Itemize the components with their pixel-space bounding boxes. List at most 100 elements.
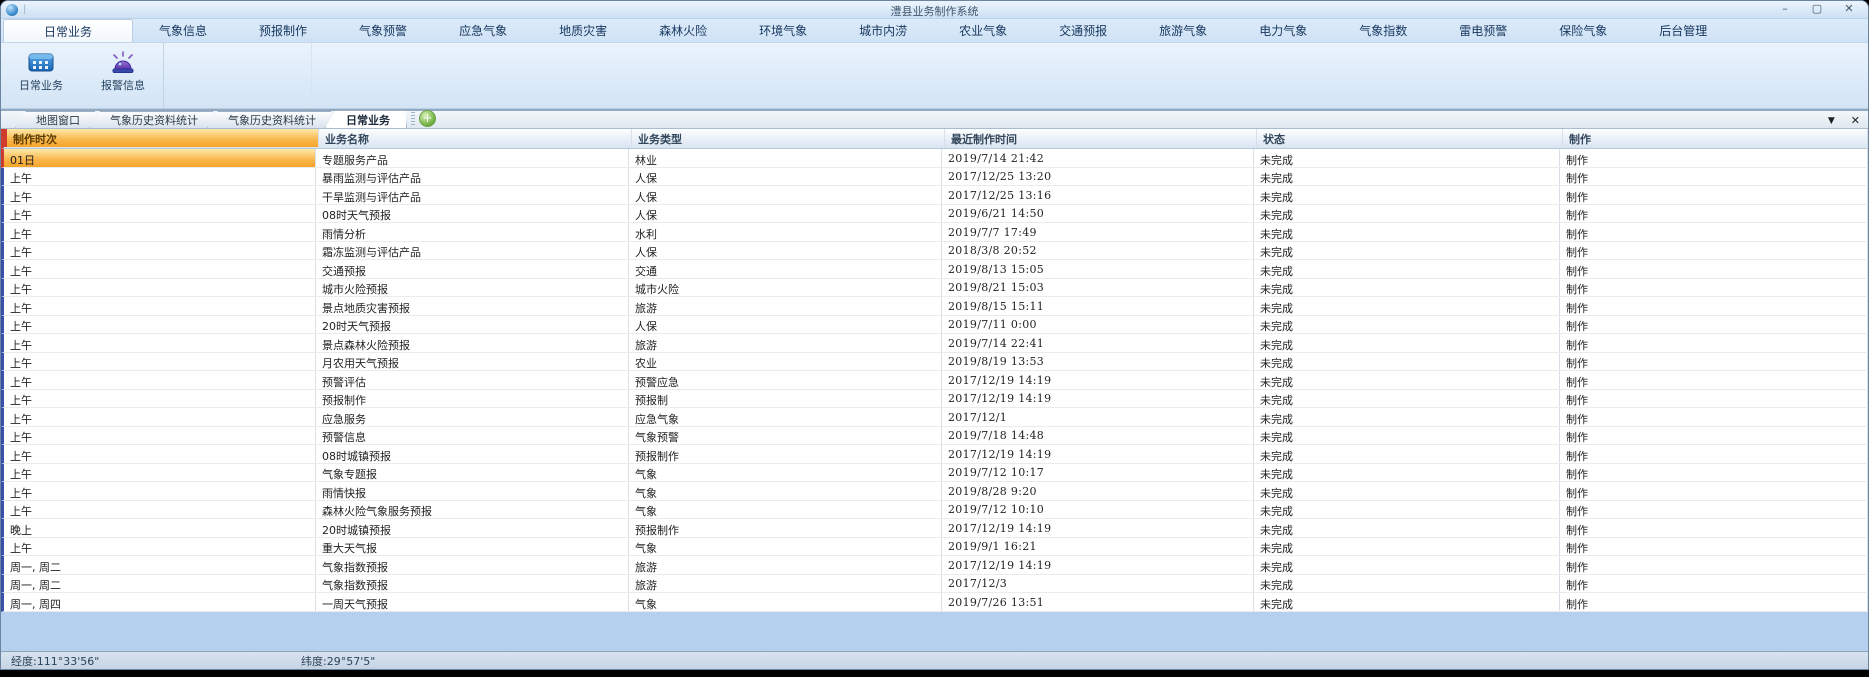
close-button[interactable]: ✕ — [1840, 2, 1858, 16]
table-row[interactable]: 上午预报制作预报制2017/12/19 14:19未完成制作 — [1, 390, 1868, 409]
table-row[interactable]: 01日专题服务产品林业2019/7/14 21:42未完成制作 — [1, 149, 1868, 168]
make-link[interactable]: 制作 — [1560, 260, 1868, 278]
doc-tab-0[interactable]: 地图窗口 — [15, 111, 97, 128]
menu-tab-3[interactable]: 气象预警 — [333, 19, 433, 42]
close-tab-icon[interactable]: ✕ — [1851, 114, 1860, 128]
make-link[interactable]: 制作 — [1560, 149, 1868, 167]
menu-tab-0[interactable]: 日常业务 — [3, 19, 133, 42]
menu-tab-11[interactable]: 旅游气象 — [1133, 19, 1233, 42]
menu-tab-7[interactable]: 环境气象 — [733, 19, 833, 42]
table-row[interactable]: 上午干旱监测与评估产品人保2017/12/25 13:16未完成制作 — [1, 186, 1868, 205]
maximize-button[interactable]: ▢ — [1808, 2, 1826, 16]
make-link[interactable]: 制作 — [1560, 538, 1868, 556]
make-link[interactable]: 制作 — [1560, 353, 1868, 371]
table-row[interactable]: 上午气象专题报气象2019/7/12 10:17未完成制作 — [1, 464, 1868, 483]
cell-last-made-time: 2019/8/19 13:53 — [942, 353, 1254, 371]
make-link[interactable]: 制作 — [1560, 445, 1868, 463]
daily-business-button[interactable]: 日常业务 — [7, 48, 75, 108]
menu-tab-4[interactable]: 应急气象 — [433, 19, 533, 42]
empty-selection-band[interactable] — [1, 612, 1868, 652]
make-link[interactable]: 制作 — [1560, 242, 1868, 260]
table-row[interactable]: 上午月农用天气预报农业2019/8/19 13:53未完成制作 — [1, 353, 1868, 372]
make-link[interactable]: 制作 — [1560, 390, 1868, 408]
make-link[interactable]: 制作 — [1560, 316, 1868, 334]
cell-business-type: 气象 — [629, 501, 942, 519]
cell-business-name: 雨情分析 — [316, 223, 629, 241]
add-tab-button[interactable]: + — [419, 110, 436, 127]
table-row[interactable]: 周一, 周二气象指数预报旅游2017/12/3未完成制作 — [1, 575, 1868, 594]
cell-time-slot: 上午 — [4, 168, 316, 186]
menu-tab-1[interactable]: 气象信息 — [133, 19, 233, 42]
table-row[interactable]: 晚上20时城镇预报预报制作2017/12/19 14:19未完成制作 — [1, 519, 1868, 538]
table-row[interactable]: 上午20时天气预报人保2019/7/11 0:00未完成制作 — [1, 316, 1868, 335]
tab-grip-handle[interactable] — [411, 112, 415, 126]
make-link[interactable]: 制作 — [1560, 279, 1868, 297]
cell-business-type: 城市火险 — [629, 279, 942, 297]
make-link[interactable]: 制作 — [1560, 223, 1868, 241]
make-link[interactable]: 制作 — [1560, 556, 1868, 574]
table-row[interactable]: 上午交通预报交通2019/8/13 15:05未完成制作 — [1, 260, 1868, 279]
cell-business-type: 气象 — [629, 538, 942, 556]
cell-last-made-time: 2019/7/7 17:49 — [942, 223, 1254, 241]
table-row[interactable]: 上午景点地质灾害预报旅游2019/8/15 15:11未完成制作 — [1, 297, 1868, 316]
make-link[interactable]: 制作 — [1560, 297, 1868, 315]
menu-tab-15[interactable]: 保险气象 — [1533, 19, 1633, 42]
make-link[interactable]: 制作 — [1560, 593, 1868, 611]
table-row[interactable]: 上午景点森林火险预报旅游2019/7/14 22:41未完成制作 — [1, 334, 1868, 353]
table-row[interactable]: 上午霜冻监测与评估产品人保2018/3/8 20:52未完成制作 — [1, 242, 1868, 261]
make-link[interactable]: 制作 — [1560, 334, 1868, 352]
menu-tab-14[interactable]: 雷电预警 — [1433, 19, 1533, 42]
make-link[interactable]: 制作 — [1560, 371, 1868, 389]
make-link[interactable]: 制作 — [1560, 205, 1868, 223]
table-row[interactable]: 上午城市火险预报城市火险2019/8/21 15:03未完成制作 — [1, 279, 1868, 298]
cell-time-slot: 上午 — [4, 297, 316, 315]
cell-business-name: 城市火险预报 — [316, 279, 629, 297]
menu-tab-5[interactable]: 地质灾害 — [533, 19, 633, 42]
menu-tab-9[interactable]: 农业气象 — [933, 19, 1033, 42]
table-row[interactable]: 上午雨情分析水利2019/7/7 17:49未完成制作 — [1, 223, 1868, 242]
table-row[interactable]: 上午重大天气报气象2019/9/1 16:21未完成制作 — [1, 538, 1868, 557]
menu-tab-8[interactable]: 城市内涝 — [833, 19, 933, 42]
column-header-5[interactable]: 制作 — [1563, 129, 1868, 147]
column-header-3[interactable]: 最近制作时间 — [945, 129, 1257, 147]
alarm-info-label: 报警信息 — [101, 77, 145, 93]
make-link[interactable]: 制作 — [1560, 482, 1868, 500]
make-link[interactable]: 制作 — [1560, 168, 1868, 186]
table-row[interactable]: 上午预警信息气象预警2019/7/18 14:48未完成制作 — [1, 427, 1868, 446]
make-link[interactable]: 制作 — [1560, 186, 1868, 204]
table-row[interactable]: 上午应急服务应急气象2017/12/1未完成制作 — [1, 408, 1868, 427]
table-row[interactable]: 上午暴雨监测与评估产品人保2017/12/25 13:20未完成制作 — [1, 168, 1868, 187]
make-link[interactable]: 制作 — [1560, 519, 1868, 537]
doc-tab-1[interactable]: 气象历史资料统计 — [89, 111, 215, 128]
table-row[interactable]: 上午森林火险气象服务预报气象2019/7/12 10:10未完成制作 — [1, 501, 1868, 520]
make-link[interactable]: 制作 — [1560, 501, 1868, 519]
table-row[interactable]: 上午预警评估预警应急2017/12/19 14:19未完成制作 — [1, 371, 1868, 390]
menu-tab-12[interactable]: 电力气象 — [1233, 19, 1333, 42]
menu-tab-6[interactable]: 森林火险 — [633, 19, 733, 42]
menu-tab-2[interactable]: 预报制作 — [233, 19, 333, 42]
alarm-info-button[interactable]: 报警信息 — [89, 48, 157, 108]
table-row[interactable]: 周一, 周二气象指数预报旅游2017/12/19 14:19未完成制作 — [1, 556, 1868, 575]
tab-list-dropdown-icon[interactable]: ▼ — [1828, 114, 1835, 128]
table-row[interactable]: 上午雨情快报气象2019/8/28 9:20未完成制作 — [1, 482, 1868, 501]
column-header-1[interactable]: 业务名称 — [319, 129, 632, 147]
doc-tab-2[interactable]: 气象历史资料统计 — [207, 111, 333, 128]
make-link[interactable]: 制作 — [1560, 464, 1868, 482]
calendar-grid-icon — [27, 50, 55, 74]
minimize-button[interactable]: – — [1776, 2, 1794, 16]
column-header-2[interactable]: 业务类型 — [632, 129, 945, 147]
column-header-4[interactable]: 状态 — [1257, 129, 1563, 147]
table-row[interactable]: 上午08时天气预报人保2019/6/21 14:50未完成制作 — [1, 205, 1868, 224]
cell-status: 未完成 — [1254, 149, 1560, 167]
make-link[interactable]: 制作 — [1560, 427, 1868, 445]
menu-tab-16[interactable]: 后台管理 — [1633, 19, 1733, 42]
cell-last-made-time: 2019/8/15 15:11 — [942, 297, 1254, 315]
menu-tab-10[interactable]: 交通预报 — [1033, 19, 1133, 42]
make-link[interactable]: 制作 — [1560, 408, 1868, 426]
table-row[interactable]: 上午08时城镇预报预报制作2017/12/19 14:19未完成制作 — [1, 445, 1868, 464]
menu-tab-13[interactable]: 气象指数 — [1333, 19, 1433, 42]
doc-tab-3[interactable]: 日常业务 — [325, 110, 407, 128]
table-row[interactable]: 周一, 周四一周天气预报气象2019/7/26 13:51未完成制作 — [1, 593, 1868, 612]
column-header-0[interactable]: 制作时次 — [7, 129, 319, 147]
make-link[interactable]: 制作 — [1560, 575, 1868, 593]
